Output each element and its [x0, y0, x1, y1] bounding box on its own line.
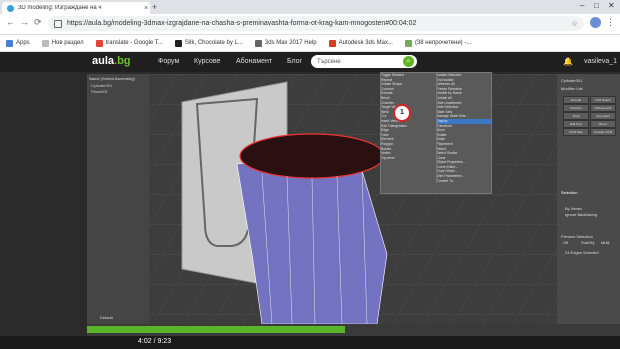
glass-top-edge: [239, 133, 385, 179]
quad-item[interactable]: Convert To:: [437, 179, 492, 184]
modifier-button[interactable]: Edit Poly: [563, 120, 589, 128]
nav-blog[interactable]: Блог: [287, 58, 302, 65]
address-bar[interactable]: https://aula.bg/modeling-3dmax-izgrajdan…: [48, 16, 584, 31]
quad-menu: Toggle Shaded Repeat Create Shape Connec…: [380, 72, 492, 194]
ignore-backfacing-checkbox[interactable]: Ignore Backfacing: [565, 212, 597, 217]
browser-menu-icon[interactable]: ⋮: [606, 17, 615, 28]
video-controls: [0, 336, 620, 349]
apps-icon: [6, 39, 13, 47]
reload-icon[interactable]: ⟳: [34, 17, 42, 28]
bookmark-autodesk[interactable]: Autodesk 3ds Max...: [328, 39, 393, 47]
browser-tab[interactable]: 3D modeling: Изграждане на ч ×: [2, 2, 150, 14]
bookmarks-bar: Apps Нов раздел translate - Google T... …: [0, 35, 620, 52]
bookmark-silk[interactable]: Silk, Chocolate by L...: [174, 39, 243, 47]
url-text: https://aula.bg/modeling-3dmax-izgrajdan…: [67, 20, 417, 27]
selection-count: 24 Edges Selected: [565, 250, 599, 255]
selection-rollout[interactable]: Selection: [561, 190, 577, 195]
nav-subscription[interactable]: Абонамент: [236, 58, 272, 65]
profile-avatar[interactable]: [590, 17, 601, 28]
bell-icon[interactable]: 🔔: [563, 57, 573, 66]
nav-courses[interactable]: Курсове: [194, 58, 220, 65]
modifier-button[interactable]: Cap Holes: [590, 112, 616, 120]
lock-icon: [54, 19, 62, 28]
bookmark-new-tab[interactable]: Нов раздел: [41, 39, 84, 47]
video-progress-bar[interactable]: [87, 326, 345, 333]
mail-icon: [404, 39, 412, 47]
by-vertex-checkbox[interactable]: By Vertex: [565, 206, 582, 211]
search-icon[interactable]: ⌕: [403, 56, 414, 67]
bookmark-star-icon[interactable]: ☆: [571, 19, 578, 28]
bookmark-mail[interactable]: (38 непрочетени) -...: [404, 39, 471, 47]
step-marker: 1: [393, 104, 411, 122]
modifier-list[interactable]: Modifier List: [561, 86, 583, 91]
modifier-button[interactable]: Shell: [563, 112, 589, 120]
tab-title: 3D modeling: Изграждане на ч: [18, 5, 102, 11]
forward-icon[interactable]: →: [20, 17, 29, 27]
modifier-button[interactable]: Bevel: [590, 120, 616, 128]
explorer-header: Name (Sorted Ascending): [89, 76, 135, 81]
modifier-button[interactable]: FFD Select: [590, 96, 616, 104]
modifier-button[interactable]: Chamfer: [563, 104, 589, 112]
nav-forum[interactable]: Форум: [158, 58, 179, 65]
modifier-button[interactable]: Extrude: [563, 96, 589, 104]
modifier-button[interactable]: UVW Map: [563, 128, 589, 136]
autodesk-icon: [328, 39, 336, 47]
site-logo[interactable]: aula.bg: [92, 55, 131, 67]
preview-selection-label: Preview Selection: [561, 234, 593, 239]
preview-multi-radio[interactable]: Multi: [601, 240, 609, 245]
new-tab-button[interactable]: +: [152, 2, 157, 12]
modifier-button[interactable]: Turbosmooth: [590, 104, 616, 112]
bookmark-apps[interactable]: Apps: [6, 39, 30, 47]
back-icon[interactable]: ←: [6, 17, 15, 27]
preview-subobj-radio[interactable]: SubObj: [581, 240, 594, 245]
explorer-item[interactable]: Plane001: [87, 89, 149, 95]
bookmark-3dsmax-help[interactable]: 3ds Max 2017 Help: [254, 39, 317, 47]
username[interactable]: vasileva_1: [584, 58, 617, 65]
google-icon: [95, 39, 103, 47]
modifier-button[interactable]: Unwrap UVW: [590, 128, 616, 136]
minimize-icon[interactable]: –: [580, 1, 584, 10]
maximize-icon[interactable]: □: [594, 1, 599, 10]
preview-off-radio[interactable]: Off: [563, 240, 568, 245]
favicon-icon: [7, 4, 14, 12]
close-window-icon[interactable]: ✕: [608, 1, 615, 10]
silk-icon: [174, 39, 182, 47]
close-tab-icon[interactable]: ×: [142, 5, 150, 12]
autodesk-icon: [254, 39, 262, 47]
page-icon: [41, 39, 49, 47]
search-input[interactable]: Търсене: [311, 55, 417, 68]
quad-item[interactable]: Top-level: [381, 156, 436, 161]
object-name[interactable]: Cylinder001: [561, 78, 582, 83]
bookmark-translate[interactable]: translate - Google T...: [95, 39, 163, 47]
scene-explorer: Name (Sorted Ascending) Cylinder001 Plan…: [87, 74, 149, 324]
viewport-label: Default: [100, 315, 113, 320]
video-time: 4:02 / 9:23: [138, 338, 172, 345]
